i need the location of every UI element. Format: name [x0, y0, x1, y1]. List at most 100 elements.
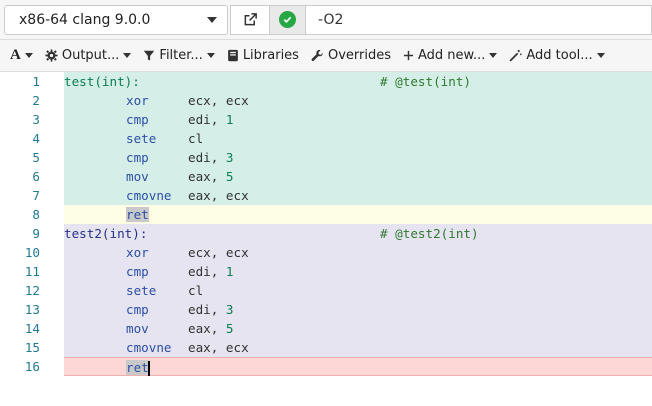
instruction-mnemonic: cmovne [126, 338, 172, 357]
code-line[interactable]: 5 cmp edi, 3 [0, 148, 652, 167]
code-content: cmp edi, 1 [64, 110, 652, 129]
code-line[interactable]: 13 cmp edi, 3 [0, 300, 652, 319]
code-line[interactable]: 11 cmp edi, 1 [0, 262, 652, 281]
instruction-operands: ecx, ecx [188, 243, 249, 262]
operands-text: cl [188, 131, 204, 146]
instruction-operands: eax, 5 [188, 319, 234, 338]
code-line[interactable]: 2 xor ecx, ecx [0, 91, 652, 110]
check-circle-icon [279, 11, 296, 28]
code-line[interactable]: 8 ret [0, 205, 652, 224]
line-number: 13 [24, 302, 40, 317]
instruction-mnemonic: cmp [126, 300, 149, 319]
code-content: cmp edi, 1 [64, 262, 652, 281]
code-line[interactable]: 4 sete cl [0, 129, 652, 148]
mnemonic-text: cmp [126, 264, 149, 279]
chevron-down-icon [207, 16, 217, 23]
plus-icon [403, 50, 414, 61]
instruction-operands: cl [188, 129, 203, 148]
operands-text: eax, [188, 169, 226, 184]
immediate-value: 1 [225, 264, 234, 279]
operands-text: edi, [188, 150, 226, 165]
mnemonic-text: mov [126, 169, 149, 184]
mnemonic-text: cmp [126, 112, 149, 127]
font-icon: A [10, 47, 21, 63]
instruction-mnemonic: sete [126, 281, 156, 300]
mnemonic-text: sete [126, 131, 157, 146]
code-content: xor ecx, ecx [64, 91, 652, 110]
code-line[interactable]: 6 mov eax, 5 [0, 167, 652, 186]
line-number: 2 [32, 93, 40, 108]
instruction-mnemonic: cmp [126, 262, 149, 281]
instruction-operands: edi, 1 [188, 262, 234, 281]
code-line[interactable]: 14 mov eax, 5 [0, 319, 652, 338]
instruction-mnemonic: sete [126, 129, 156, 148]
font-size-button[interactable]: A [4, 40, 39, 72]
output-button[interactable]: Output... [39, 40, 138, 72]
overrides-button[interactable]: Overrides [305, 40, 397, 72]
chevron-down-icon [206, 53, 215, 58]
text-cursor [147, 361, 150, 376]
instruction-mnemonic: xor [126, 243, 149, 262]
code-line[interactable]: 9 test2(int): # @test2(int) [0, 224, 652, 243]
code-content: cmovne eax, ecx [64, 338, 652, 357]
instruction-mnemonic: ret [126, 205, 149, 224]
mnemonic-text: cmp [126, 150, 149, 165]
add-tool-button[interactable]: Add tool... [503, 40, 610, 72]
compiler-select[interactable]: x86-64 clang 9.0.0 [4, 4, 228, 35]
code-line[interactable]: 15 cmovne eax, ecx [0, 338, 652, 357]
operands-text: eax, ecx [188, 340, 249, 355]
code-line[interactable]: 7 cmovne eax, ecx [0, 186, 652, 205]
code-line[interactable]: 3 cmp edi, 1 [0, 110, 652, 129]
code-content: ret [64, 205, 652, 224]
add-tool-label: Add tool... [526, 48, 593, 63]
libraries-label: Libraries [242, 48, 299, 63]
filter-icon [144, 50, 155, 60]
line-number: 6 [32, 169, 40, 184]
add-new-button[interactable]: Add new... [397, 40, 503, 72]
chevron-down-icon [489, 53, 498, 58]
open-external-button[interactable] [230, 4, 270, 35]
mnemonic-text: ret [126, 360, 149, 375]
code-line[interactable]: 1 test(int): # @test(int) [0, 72, 652, 91]
code-line[interactable]: 12 sete cl [0, 281, 652, 300]
compiler-options-value: -O2 [318, 11, 344, 28]
code-content: test2(int): # @test2(int) [64, 224, 652, 243]
line-number: 14 [24, 321, 40, 336]
label-comment: # @test2(int) [380, 226, 479, 241]
compiler-bar: x86-64 clang 9.0.0 -O2 [0, 0, 652, 40]
wrench-icon [311, 49, 323, 62]
immediate-value: 3 [225, 150, 234, 165]
line-number: 7 [32, 188, 40, 203]
instruction-mnemonic: ret [126, 358, 150, 377]
assembly-output[interactable]: 1 test(int): # @test(int) 2 xor ecx, ecx 3 cmp e… [0, 72, 652, 376]
operands-text: ecx, ecx [188, 245, 249, 260]
code-content: xor ecx, ecx [64, 243, 652, 262]
add-new-label: Add new... [418, 48, 486, 63]
instruction-operands: ecx, ecx [188, 91, 249, 110]
instruction-mnemonic: cmp [126, 110, 149, 129]
operands-text: ecx, ecx [188, 93, 249, 108]
code-content: sete cl [64, 129, 652, 148]
instruction-operands: eax, ecx [188, 338, 249, 357]
operands-text: edi, [188, 264, 226, 279]
libraries-button[interactable]: Libraries [221, 40, 305, 72]
code-content: mov eax, 5 [64, 319, 652, 338]
line-number: 8 [32, 207, 40, 222]
compiler-options-input[interactable]: -O2 [306, 4, 652, 35]
instruction-mnemonic: mov [126, 319, 149, 338]
code-line[interactable]: 10 xor ecx, ecx [0, 243, 652, 262]
instruction-operands: eax, ecx [188, 186, 249, 205]
output-toolbar: A Output... Filter... Libraries Override… [0, 40, 652, 72]
instruction-mnemonic: mov [126, 167, 149, 186]
immediate-value: 3 [225, 302, 234, 317]
compile-status-button[interactable] [270, 4, 306, 35]
external-link-icon [244, 13, 257, 26]
filter-button[interactable]: Filter... [137, 40, 220, 72]
output-label: Output... [61, 48, 120, 63]
gear-icon [45, 49, 58, 62]
code-line[interactable]: 16 ret [0, 357, 652, 376]
line-number: 12 [24, 283, 40, 298]
label-comment: # @test(int) [380, 74, 471, 89]
line-number: 11 [24, 264, 40, 279]
code-content: cmp edi, 3 [64, 148, 652, 167]
